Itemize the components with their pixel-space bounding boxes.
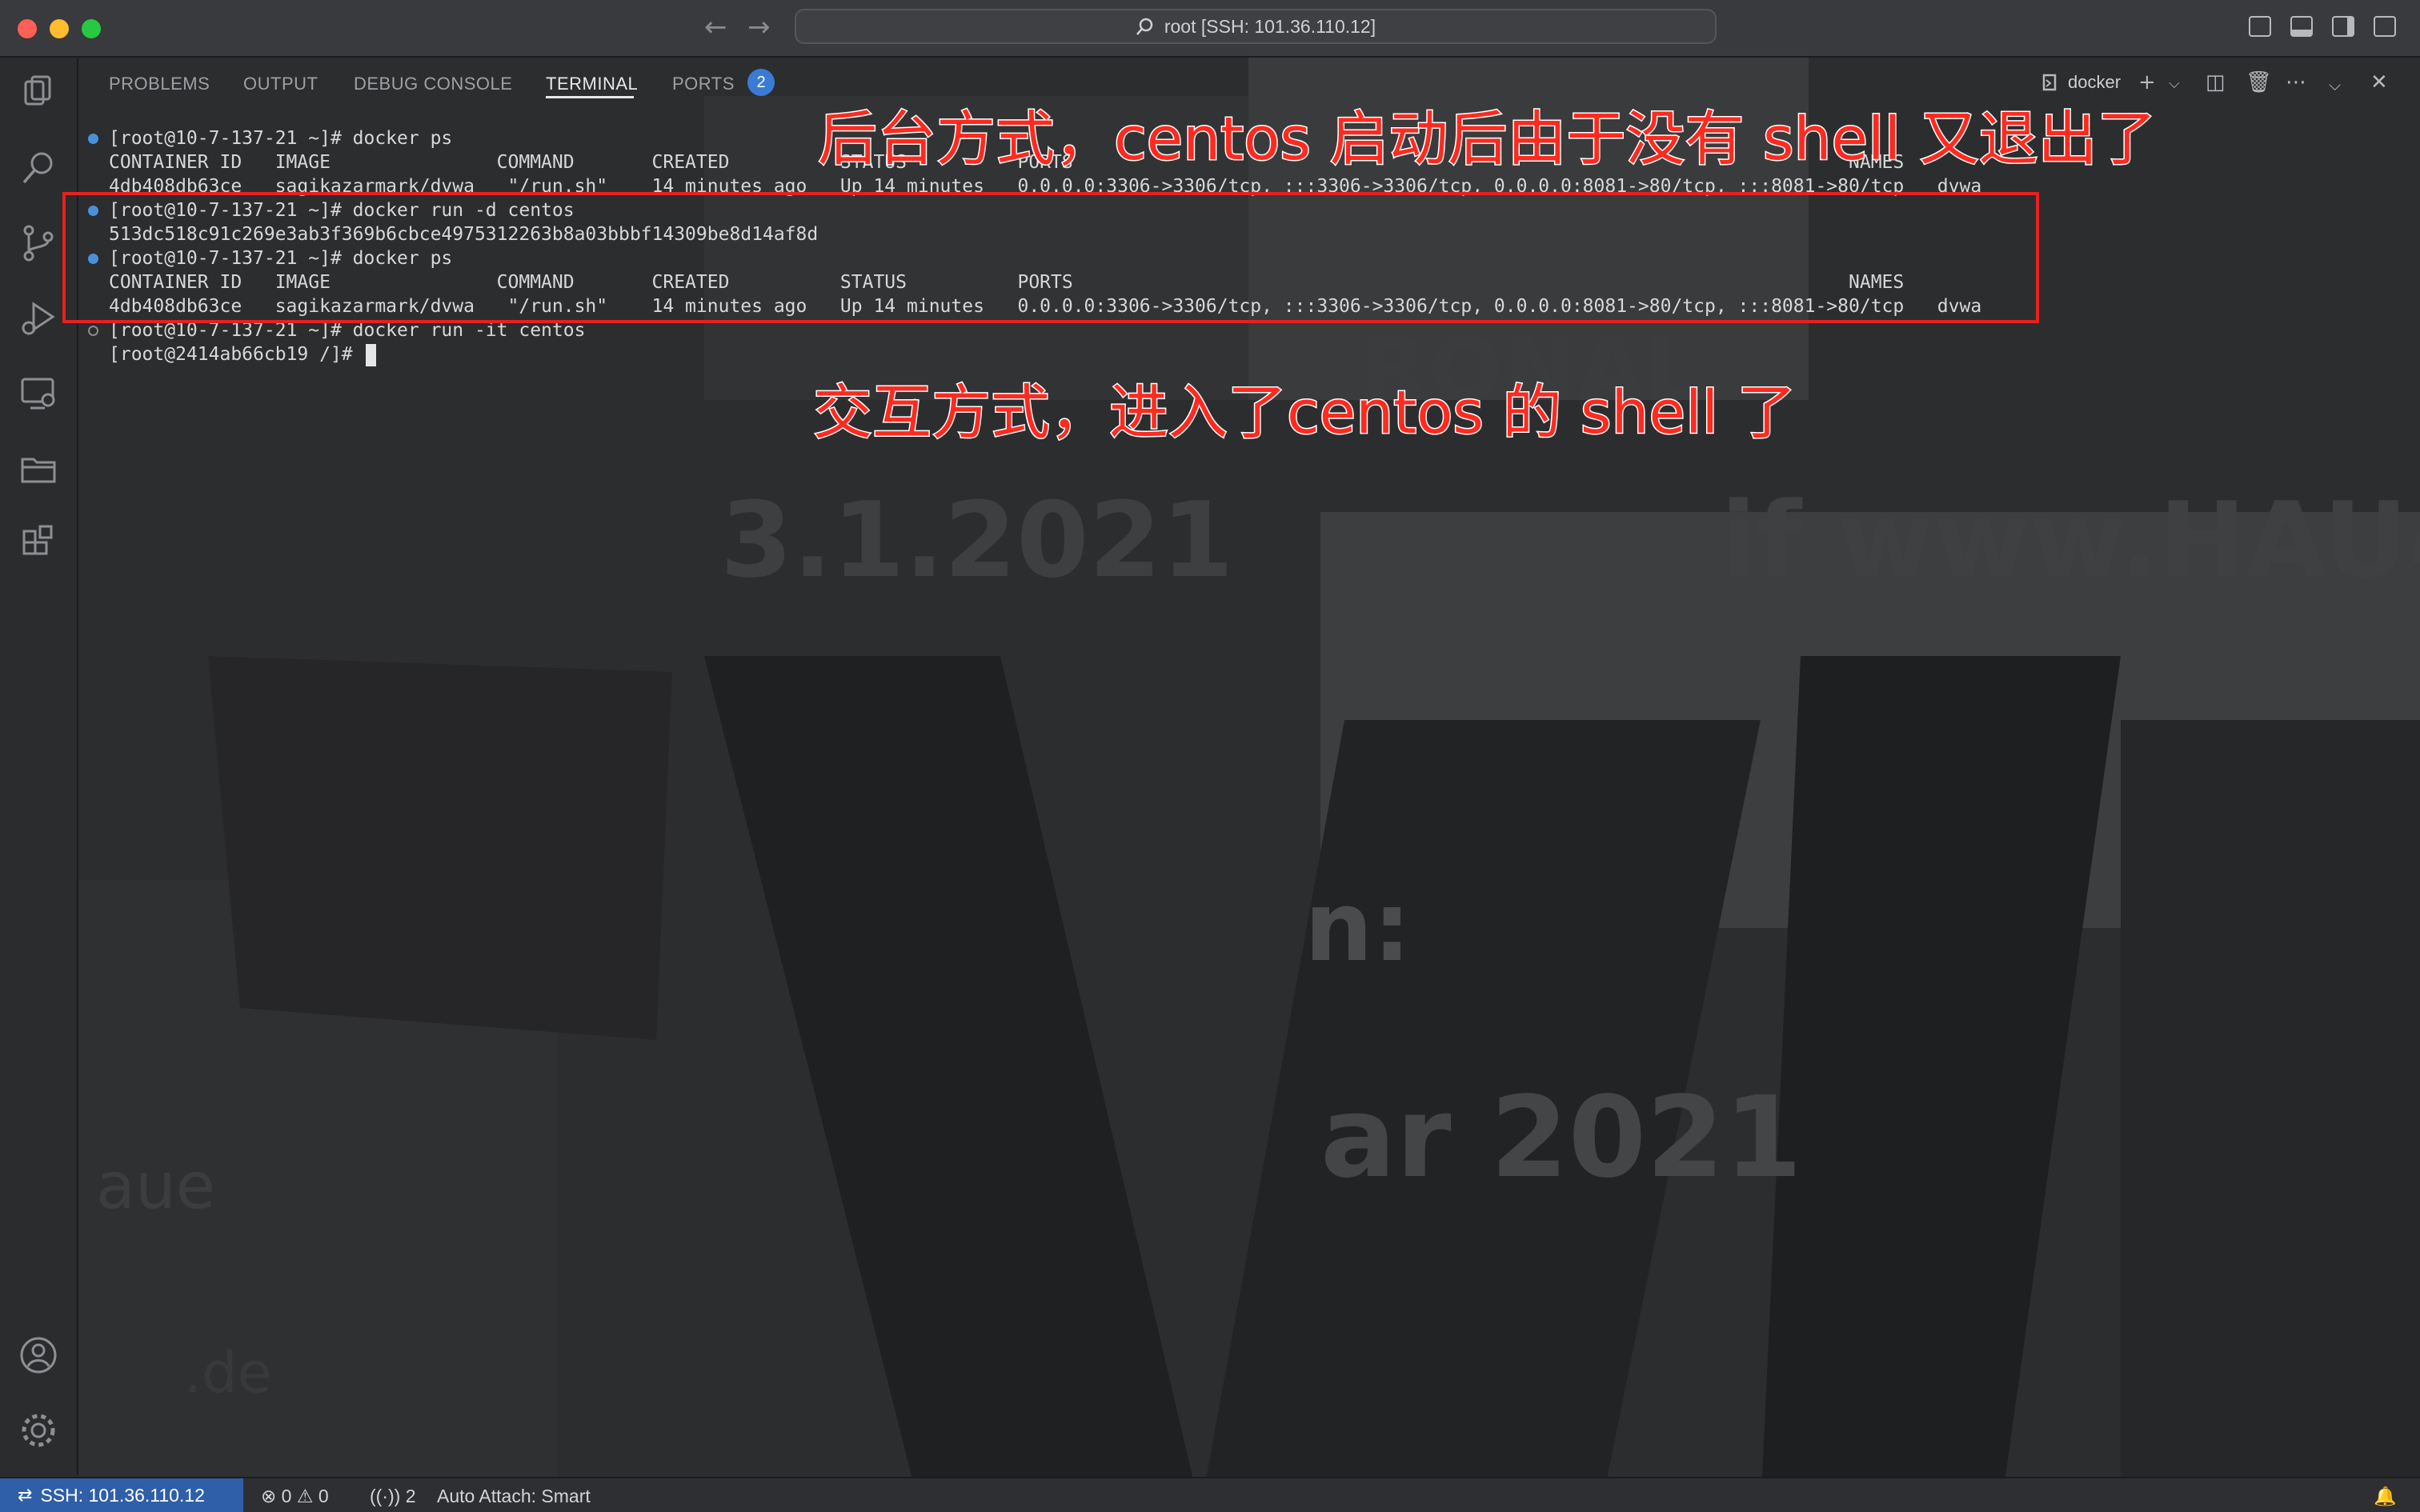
go-back-arrow-icon[interactable]: ← <box>704 11 727 43</box>
svg-text:3.1.2021: 3.1.2021 <box>720 479 1234 601</box>
remote-connection-icon: ⇄ <box>18 1485 33 1505</box>
tab-debug-console[interactable]: DEBUG CONSOLE <box>354 74 512 94</box>
remote-host-label: SSH: 101.36.110.12 <box>40 1484 205 1506</box>
go-forward-arrow-icon[interactable]: → <box>747 11 771 43</box>
tab-problems[interactable]: PROBLEMS <box>109 74 210 94</box>
title-bar: ← → root [SSH: 101.36.110.12] <box>0 0 2420 58</box>
maximize-panel-chevron-icon[interactable]: ⌵ <box>2329 75 2341 94</box>
error-count: 0 <box>281 1486 292 1506</box>
problems-status[interactable]: ⊗ 0 ⚠ 0 <box>261 1486 329 1507</box>
toggle-secondary-sidebar-icon[interactable] <box>2332 16 2354 37</box>
warning-icon: ⚠ <box>296 1486 314 1506</box>
chevron-down-icon[interactable]: ⌵ <box>2169 75 2180 92</box>
svg-text:aue: aue <box>96 1149 215 1223</box>
tab-output[interactable]: OUTPUT <box>243 74 318 94</box>
terminal-instance-name[interactable]: docker <box>2068 72 2121 93</box>
status-bar: ⇄ SSH: 101.36.110.12 ⊗ 0 ⚠ 0 ((·)) 2 Aut… <box>0 1477 2420 1512</box>
svg-text:if www.HAU4.c: if www.HAU4.c <box>1721 479 2420 601</box>
account-icon[interactable] <box>18 1334 59 1376</box>
forwarded-ports-status[interactable]: ((·)) 2 <box>370 1486 415 1507</box>
search-icon <box>1136 18 1153 35</box>
extensions-icon[interactable] <box>18 523 59 565</box>
command-center-search[interactable]: root [SSH: 101.36.110.12] <box>795 9 1717 44</box>
ports-count-badge: 2 <box>747 69 775 96</box>
minimize-window-button[interactable] <box>50 19 69 38</box>
split-terminal-icon[interactable]: ◫ <box>2206 70 2226 94</box>
run-and-debug-icon[interactable] <box>18 298 59 339</box>
explorer-files-icon[interactable] <box>18 72 59 114</box>
command-running-decoration-icon[interactable] <box>88 326 98 336</box>
remote-explorer-icon[interactable] <box>18 373 59 414</box>
maximize-window-button[interactable] <box>82 19 101 38</box>
active-tab-indicator <box>546 96 634 98</box>
more-actions-icon[interactable]: ⋯ <box>2286 70 2306 94</box>
customize-layout-icon[interactable] <box>2374 16 2396 37</box>
annotation-background-mode: 后台方式，centos 启动后由于没有 shell 又退出了 <box>817 104 2158 175</box>
svg-text:n:: n: <box>1304 872 1411 983</box>
toggle-primary-sidebar-icon[interactable] <box>2249 16 2271 37</box>
svg-text:.de: .de <box>184 1340 272 1406</box>
notifications-bell-icon[interactable]: 🔔 <box>2374 1486 2397 1507</box>
tab-ports[interactable]: PORTS <box>672 74 735 94</box>
tab-terminal[interactable]: TERMINAL <box>546 74 638 94</box>
auto-attach-status[interactable]: Auto Attach: Smart <box>437 1486 591 1507</box>
terminal-prompt-line: [root@2414ab66cb19 /]# <box>109 344 364 365</box>
toggle-panel-icon[interactable] <box>2290 16 2313 37</box>
error-icon: ⊗ <box>261 1486 277 1506</box>
command-center-label: root [SSH: 101.36.110.12] <box>1164 15 1376 37</box>
radio-tower-icon: ((·)) <box>370 1486 401 1506</box>
annotation-highlight-box <box>62 192 2039 323</box>
warning-count: 0 <box>318 1486 329 1506</box>
trash-icon[interactable]: 🗑 <box>2246 70 2272 94</box>
terminal-cursor <box>366 344 376 366</box>
terminal-shell-icon <box>2042 74 2057 91</box>
close-panel-icon[interactable]: ✕ <box>2370 70 2388 94</box>
svg-text:ar 2021: ar 2021 <box>1320 1073 1802 1203</box>
close-window-button[interactable] <box>18 19 37 38</box>
remote-indicator[interactable]: ⇄ SSH: 101.36.110.12 <box>0 1478 243 1512</box>
forwarded-ports-count: 2 <box>405 1486 416 1506</box>
settings-gear-icon[interactable] <box>18 1410 59 1451</box>
terminal-line: [root@10-7-137-21 ~]# docker ps <box>109 128 453 149</box>
source-control-icon[interactable] <box>18 222 59 264</box>
annotation-interactive-mode: 交互方式，进入了centos 的 shell 了 <box>812 378 1798 449</box>
search-icon[interactable] <box>18 147 59 189</box>
folder-icon[interactable] <box>18 448 59 490</box>
command-success-decoration-icon[interactable] <box>88 134 98 144</box>
